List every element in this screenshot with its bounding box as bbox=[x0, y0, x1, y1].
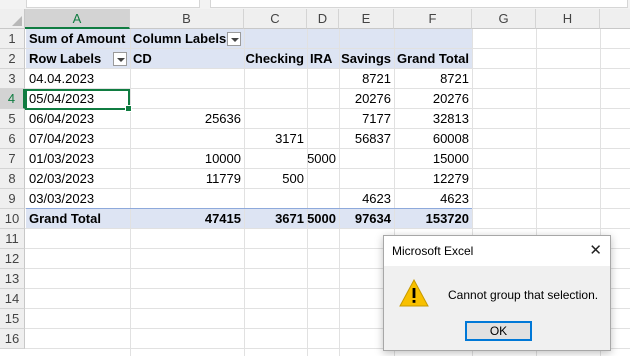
checking-value[interactable] bbox=[244, 189, 304, 209]
pivot-header-cd[interactable]: CD bbox=[133, 49, 152, 69]
savings-value[interactable]: 20276 bbox=[339, 89, 391, 109]
ribbon-edge bbox=[0, 0, 630, 9]
savings-value[interactable] bbox=[339, 169, 391, 189]
cd-value[interactable]: 11779 bbox=[130, 169, 241, 189]
grand-total-checking[interactable]: 3671 bbox=[244, 209, 304, 229]
warning-icon bbox=[399, 279, 429, 307]
row-label[interactable]: 07/04/2023 bbox=[29, 129, 94, 149]
savings-value[interactable]: 4623 bbox=[339, 189, 391, 209]
row-header-16[interactable]: 16 bbox=[0, 329, 25, 349]
row-header-4[interactable]: 4 bbox=[0, 89, 25, 109]
row-header-2[interactable]: 2 bbox=[0, 49, 25, 69]
ira-value[interactable]: 5000 bbox=[307, 149, 336, 169]
select-all-button[interactable] bbox=[0, 9, 25, 29]
ira-value[interactable] bbox=[307, 129, 336, 149]
checking-value[interactable] bbox=[244, 109, 304, 129]
total-value[interactable]: 4623 bbox=[394, 189, 469, 209]
row-label[interactable]: 04.04.2023 bbox=[29, 69, 94, 89]
row-header-12[interactable]: 12 bbox=[0, 249, 25, 269]
column-header-a[interactable]: A bbox=[25, 9, 130, 29]
row-header-13[interactable]: 13 bbox=[0, 269, 25, 289]
spreadsheet: A B C D E F G H 1 2 3 4 5 6 7 8 9 10 11 … bbox=[0, 0, 630, 356]
pivot-header-savings[interactable]: Savings bbox=[339, 49, 391, 69]
ok-button[interactable]: OK bbox=[465, 321, 532, 341]
column-header-g[interactable]: G bbox=[472, 9, 536, 29]
row-header-9[interactable]: 9 bbox=[0, 189, 25, 209]
row-labels-filter-button[interactable] bbox=[113, 52, 127, 66]
column-header-next[interactable] bbox=[600, 9, 630, 29]
ira-value[interactable] bbox=[307, 169, 336, 189]
column-header-d[interactable]: D bbox=[307, 9, 339, 29]
cd-value[interactable] bbox=[130, 189, 241, 209]
grand-total-total[interactable]: 153720 bbox=[394, 209, 469, 229]
row-header-14[interactable]: 14 bbox=[0, 289, 25, 309]
total-value[interactable]: 12279 bbox=[394, 169, 469, 189]
checking-value[interactable]: 500 bbox=[244, 169, 304, 189]
row-header-8[interactable]: 8 bbox=[0, 169, 25, 189]
checking-value[interactable] bbox=[244, 149, 304, 169]
total-value[interactable]: 15000 bbox=[394, 149, 469, 169]
cd-value[interactable]: 10000 bbox=[130, 149, 241, 169]
checking-value[interactable]: 3171 bbox=[244, 129, 304, 149]
pivot-header-grand-total[interactable]: Grand Total bbox=[394, 49, 469, 69]
row-label[interactable]: 06/04/2023 bbox=[29, 109, 94, 129]
error-dialog: Microsoft Excel ✕ Cannot group that sele… bbox=[383, 235, 611, 351]
row-header-6[interactable]: 6 bbox=[0, 129, 25, 149]
pivot-sum-label[interactable]: Sum of Amount bbox=[29, 29, 125, 49]
pivot-header-ira[interactable]: IRA bbox=[310, 49, 332, 69]
row-header-3[interactable]: 3 bbox=[0, 69, 25, 89]
row-header-1[interactable]: 1 bbox=[0, 29, 25, 49]
column-header-b[interactable]: B bbox=[130, 9, 244, 29]
close-icon[interactable]: ✕ bbox=[589, 236, 602, 266]
ira-value[interactable] bbox=[307, 69, 336, 89]
pivot-row-labels[interactable]: Row Labels bbox=[29, 49, 101, 69]
row-label[interactable]: 01/03/2023 bbox=[29, 149, 94, 169]
column-labels-filter-button[interactable] bbox=[227, 32, 241, 46]
ribbon-segment bbox=[26, 0, 200, 8]
savings-value[interactable]: 56837 bbox=[339, 129, 391, 149]
savings-value[interactable] bbox=[339, 149, 391, 169]
column-header-e[interactable]: E bbox=[339, 9, 394, 29]
checking-value[interactable] bbox=[244, 69, 304, 89]
total-value[interactable]: 32813 bbox=[394, 109, 469, 129]
ira-value[interactable] bbox=[307, 109, 336, 129]
dialog-titlebar[interactable]: Microsoft Excel ✕ bbox=[384, 236, 610, 266]
cd-value[interactable] bbox=[130, 89, 241, 109]
dialog-message: Cannot group that selection. bbox=[448, 288, 599, 302]
pivot-header-checking[interactable]: Checking bbox=[244, 49, 304, 69]
total-value[interactable]: 20276 bbox=[394, 89, 469, 109]
grand-total-savings[interactable]: 97634 bbox=[339, 209, 391, 229]
checking-value[interactable] bbox=[244, 89, 304, 109]
column-header-h[interactable]: H bbox=[536, 9, 600, 29]
savings-value[interactable]: 7177 bbox=[339, 109, 391, 129]
ribbon-segment bbox=[210, 0, 628, 8]
row-label[interactable]: 02/03/2023 bbox=[29, 169, 94, 189]
fill-handle[interactable] bbox=[125, 105, 132, 112]
grand-total-label[interactable]: Grand Total bbox=[29, 209, 101, 229]
row-header-7[interactable]: 7 bbox=[0, 149, 25, 169]
grand-total-ira[interactable]: 5000 bbox=[307, 209, 336, 229]
row-label[interactable]: 03/03/2023 bbox=[29, 189, 94, 209]
ira-value[interactable] bbox=[307, 89, 336, 109]
grand-total-cd[interactable]: 47415 bbox=[130, 209, 241, 229]
total-value[interactable]: 60008 bbox=[394, 129, 469, 149]
ira-value[interactable] bbox=[307, 189, 336, 209]
row-header-5[interactable]: 5 bbox=[0, 109, 25, 129]
row-header-11[interactable]: 11 bbox=[0, 229, 25, 249]
row-header-10[interactable]: 10 bbox=[0, 209, 25, 229]
cd-value[interactable] bbox=[130, 69, 241, 89]
dialog-title: Microsoft Excel bbox=[392, 244, 474, 258]
savings-value[interactable]: 8721 bbox=[339, 69, 391, 89]
cd-value[interactable]: 25636 bbox=[130, 109, 241, 129]
row-header-15[interactable]: 15 bbox=[0, 309, 25, 329]
column-header-f[interactable]: F bbox=[394, 9, 472, 29]
pivot-column-labels[interactable]: Column Labels bbox=[133, 29, 226, 49]
total-value[interactable]: 8721 bbox=[394, 69, 469, 89]
active-cell-selection[interactable] bbox=[25, 89, 132, 112]
select-all-icon bbox=[12, 16, 22, 26]
column-header-c[interactable]: C bbox=[244, 9, 307, 29]
cd-value[interactable] bbox=[130, 129, 241, 149]
